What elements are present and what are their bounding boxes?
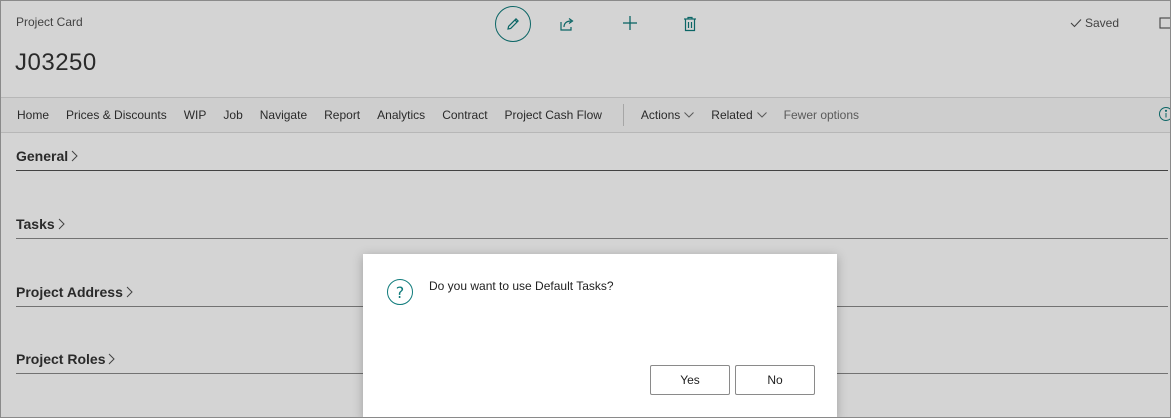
app-window: Project Card J03250 Saved Home Prices & … bbox=[0, 0, 1171, 418]
no-button[interactable]: No bbox=[735, 365, 815, 395]
question-icon: ? bbox=[387, 279, 413, 305]
dialog-message: Do you want to use Default Tasks? bbox=[429, 279, 614, 293]
yes-button[interactable]: Yes bbox=[650, 365, 730, 395]
confirm-dialog: ? Do you want to use Default Tasks? Yes … bbox=[363, 254, 837, 417]
